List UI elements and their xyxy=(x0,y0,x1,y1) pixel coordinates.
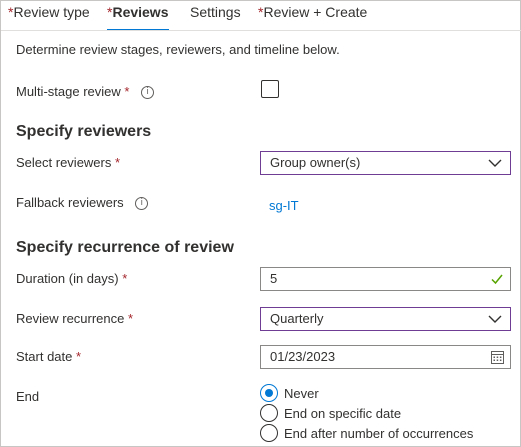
end-label: End xyxy=(16,389,40,404)
required-marker: * xyxy=(122,271,128,286)
fallback-reviewers-link[interactable]: sg-IT xyxy=(269,198,299,213)
tab-reviews[interactable]: *Reviews xyxy=(107,4,169,31)
info-icon[interactable]: i xyxy=(135,197,149,211)
required-marker: * xyxy=(76,349,82,364)
select-reviewers-value: Group owner(s) xyxy=(270,155,361,170)
chevron-down-icon xyxy=(488,315,502,323)
fallback-reviewers-label-text: Fallback reviewers xyxy=(16,195,124,210)
checkmark-icon xyxy=(491,274,503,285)
radio-button[interactable] xyxy=(260,384,278,402)
tab-review-type[interactable]: *Review type xyxy=(8,4,90,31)
section-title-reviewers: Specify reviewers xyxy=(16,123,152,140)
select-reviewers-label-text: Select reviewers xyxy=(16,155,112,170)
tab-label: Settings xyxy=(190,4,241,20)
section-title-recurrence: Specify recurrence of review xyxy=(16,239,234,256)
tab-label: Review + Create xyxy=(263,4,368,20)
duration-label-text: Duration (in days) xyxy=(16,271,119,286)
calendar-icon[interactable] xyxy=(491,350,504,364)
tab-divider xyxy=(1,30,521,31)
page-description: Determine review stages, reviewers, and … xyxy=(16,42,340,57)
review-recurrence-value: Quarterly xyxy=(270,311,324,326)
multi-stage-label-text: Multi-stage review xyxy=(16,84,121,99)
radio-button[interactable] xyxy=(260,404,278,422)
wizard-panel: *Review type *Reviews Settings *Review +… xyxy=(0,0,521,447)
chevron-down-icon xyxy=(488,159,502,167)
duration-label: Duration (in days) * xyxy=(16,271,127,286)
tab-label: Review type xyxy=(13,4,90,20)
tab-review-create[interactable]: *Review + Create xyxy=(258,4,367,31)
fallback-reviewers-label: Fallback reviewers i xyxy=(16,195,149,211)
required-marker: * xyxy=(115,155,121,170)
multi-stage-checkbox[interactable] xyxy=(261,80,279,98)
start-date-value: 01/23/2023 xyxy=(270,349,336,364)
end-option-never[interactable]: Never xyxy=(260,383,319,403)
required-marker: * xyxy=(128,311,134,326)
info-icon[interactable]: i xyxy=(141,86,155,100)
tab-label: Reviews xyxy=(112,4,169,20)
duration-value: 5 xyxy=(270,271,278,286)
select-reviewers-dropdown[interactable]: Group owner(s) xyxy=(260,151,511,175)
end-option-occurrences[interactable]: End after number of occurrences xyxy=(260,423,473,443)
review-recurrence-label-text: Review recurrence xyxy=(16,311,125,326)
radio-label: End after number of occurrences xyxy=(284,425,474,441)
radio-button[interactable] xyxy=(260,424,278,442)
start-date-input[interactable]: 01/23/2023 xyxy=(260,345,511,369)
start-date-label: Start date * xyxy=(16,349,81,364)
review-recurrence-label: Review recurrence * xyxy=(16,311,133,326)
review-recurrence-dropdown[interactable]: Quarterly xyxy=(260,307,511,331)
required-marker: * xyxy=(124,84,130,99)
duration-input[interactable]: 5 xyxy=(260,267,511,291)
radio-label: End on specific date xyxy=(284,405,402,421)
tab-settings[interactable]: Settings xyxy=(190,4,241,31)
wizard-tabs: *Review type *Reviews Settings *Review +… xyxy=(1,1,521,31)
select-reviewers-label: Select reviewers * xyxy=(16,155,120,170)
start-date-label-text: Start date xyxy=(16,349,73,364)
multi-stage-label: Multi-stage review * i xyxy=(16,84,155,100)
radio-label: Never xyxy=(284,385,319,401)
end-option-specific-date[interactable]: End on specific date xyxy=(260,403,401,423)
